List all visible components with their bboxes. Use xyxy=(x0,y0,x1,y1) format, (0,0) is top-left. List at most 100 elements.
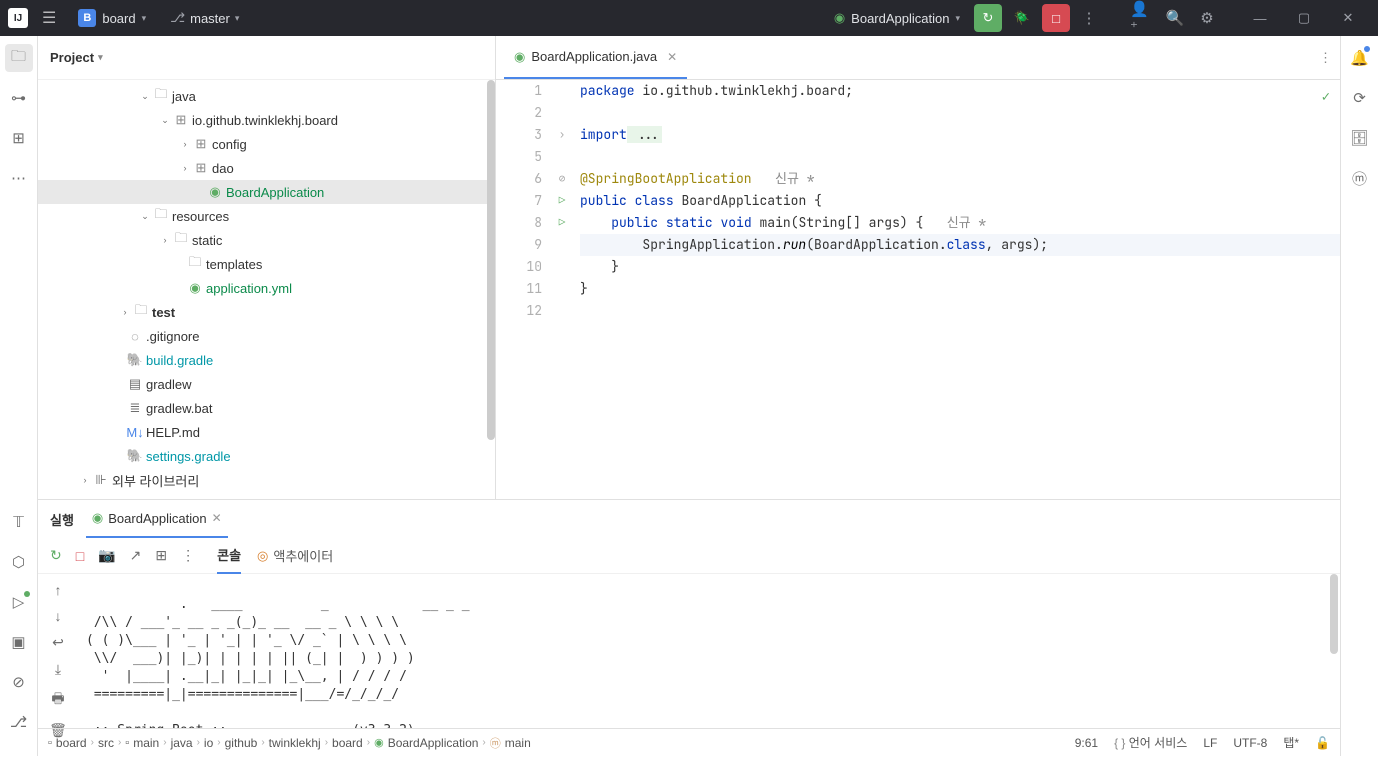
stop-run-button[interactable]: □ xyxy=(76,548,84,564)
code-with-me-icon[interactable]: 👤⁺ xyxy=(1130,5,1156,31)
run-more-button[interactable] xyxy=(181,547,195,564)
editor-tabs-more-button[interactable] xyxy=(1319,50,1332,66)
method-icon: ⓜ xyxy=(490,735,501,751)
caret-position[interactable]: 9:61 xyxy=(1075,736,1098,750)
module-icon: ▫ xyxy=(48,737,52,749)
tree-item-java[interactable]: ⌄🗀java xyxy=(38,84,495,108)
maximize-window-button[interactable]: ▢ xyxy=(1282,4,1326,32)
tree-item-resources[interactable]: ⌄🗀resources xyxy=(38,204,495,228)
run-button[interactable]: ↻ xyxy=(974,4,1002,32)
console-scrollbar[interactable] xyxy=(1330,574,1338,654)
library-icon: ⊪ xyxy=(92,472,110,488)
scroll-up-icon[interactable]: ↑ xyxy=(55,582,62,598)
close-run-tab-icon[interactable]: ✕ xyxy=(212,511,222,525)
tree-item-settingsgradle[interactable]: 🐘settings.gradle xyxy=(38,444,495,468)
chevron-down-icon: ▾ xyxy=(955,13,960,24)
project-tool-icon[interactable]: 🗀 xyxy=(5,44,33,72)
problems-tool-icon[interactable]: ⊘ xyxy=(5,668,33,696)
folder-icon: 🗀 xyxy=(132,301,150,323)
package-icon: ⊞ xyxy=(192,160,210,176)
spring-leaf-icon: ◉ xyxy=(92,510,103,526)
console-tab[interactable]: 콘솔 xyxy=(217,538,241,574)
project-selector[interactable]: B board ▾ xyxy=(70,6,154,30)
code-content[interactable]: package io.github.twinklekhj.board; impo… xyxy=(572,80,1340,499)
branch-selector[interactable]: ⎇ master ▾ xyxy=(164,7,245,29)
tree-item-buildgradle[interactable]: 🐘build.gradle xyxy=(38,348,495,372)
line-number-gutter: 1 2 3 5 6 7 8 9 10 11 12 xyxy=(496,80,552,499)
scroll-to-end-icon[interactable]: ⤓ xyxy=(55,661,61,678)
readonly-toggle-icon[interactable]: 🔓 xyxy=(1315,736,1330,750)
file-encoding[interactable]: UTF-8 xyxy=(1233,736,1267,750)
minimize-window-button[interactable]: — xyxy=(1238,4,1282,32)
stop-button[interactable]: □ xyxy=(1042,4,1070,32)
main-menu-button[interactable]: ☰ xyxy=(38,6,60,30)
tree-item-gradlew[interactable]: ▤gradlew xyxy=(38,372,495,396)
folder-icon: 🗀 xyxy=(152,85,170,107)
run-tool-icon[interactable]: ▷ xyxy=(5,588,33,616)
structure-tool-icon[interactable]: ⊞ xyxy=(5,124,33,152)
database-icon[interactable]: 🗄 xyxy=(1346,124,1374,152)
export-button[interactable]: ↗ xyxy=(130,547,142,564)
branch-name-label: master xyxy=(190,11,230,26)
file-icon: ▤ xyxy=(126,376,144,392)
gradle-icon: 🐘 xyxy=(126,448,144,464)
more-tool-icon[interactable]: ⋯ xyxy=(5,164,33,192)
soft-wrap-icon[interactable]: ↩ xyxy=(52,634,64,651)
more-actions-button[interactable] xyxy=(1076,5,1102,31)
run-gutter-icon[interactable]: ▷ xyxy=(552,212,572,234)
line-separator[interactable]: LF xyxy=(1203,736,1217,750)
maven-icon[interactable]: ⓜ xyxy=(1346,164,1374,192)
scroll-down-icon[interactable]: ↓ xyxy=(55,608,62,624)
tree-item-test[interactable]: ›🗀test xyxy=(38,300,495,324)
search-icon[interactable]: 🔍 xyxy=(1162,5,1188,31)
actuator-tab[interactable]: ◎ 액추에이터 xyxy=(257,546,333,565)
run-tab-label: BoardApplication xyxy=(108,511,206,526)
editor-tab-boardapplication[interactable]: ◉ BoardApplication.java ✕ xyxy=(504,36,687,79)
notifications-icon[interactable]: 🔔 xyxy=(1346,44,1374,72)
project-name-label: board xyxy=(102,11,135,26)
module-icon: ▫ xyxy=(125,737,129,749)
close-window-button[interactable]: ✕ xyxy=(1326,4,1370,32)
screenshot-button[interactable]: 📷 xyxy=(98,547,115,564)
breadcrumb[interactable]: ▫board ›src ›▫main ›java ›io ›github ›tw… xyxy=(48,735,531,751)
tree-item-appyml[interactable]: ◉application.yml xyxy=(38,276,495,300)
project-panel-header[interactable]: Project ▾ xyxy=(38,36,495,80)
run-tab-boardapplication[interactable]: ◉ BoardApplication ✕ xyxy=(86,500,228,538)
run-config-selector[interactable]: ◉ BoardApplication ▾ xyxy=(826,7,968,29)
gradle-icon: 🐘 xyxy=(126,352,144,368)
debug-button[interactable]: 🪲 xyxy=(1008,4,1036,32)
indent-settings[interactable]: 탭* xyxy=(1283,734,1299,751)
inspection-ok-icon[interactable]: ✓ xyxy=(1322,86,1330,108)
tree-item-templates[interactable]: 🗀templates xyxy=(38,252,495,276)
print-icon[interactable]: 🖶 xyxy=(51,688,64,712)
editor-tab-label: BoardApplication.java xyxy=(531,49,657,64)
settings-icon[interactable]: ⚙ xyxy=(1194,5,1220,31)
tree-item-dao[interactable]: ›⊞dao xyxy=(38,156,495,180)
console-output[interactable]: . ____ _ __ _ _ /\\ / ___'_ __ _ _(_)_ _… xyxy=(78,574,1340,728)
branch-icon: ⎇ xyxy=(170,10,185,26)
tree-item-gradlewbat[interactable]: ≣gradlew.bat xyxy=(38,396,495,420)
chevron-down-icon: ▾ xyxy=(142,13,147,24)
ai-tool-icon[interactable]: 𝕋 xyxy=(5,508,33,536)
layout-button[interactable]: ⊞ xyxy=(155,547,167,564)
tree-item-package[interactable]: ⌄⊞io.github.twinklekhj.board xyxy=(38,108,495,132)
services-tool-icon[interactable]: ⬡ xyxy=(5,548,33,576)
tree-item-extlib[interactable]: ›⊪외부 라이브러리 xyxy=(38,468,495,492)
tree-item-config[interactable]: ›⊞config xyxy=(38,132,495,156)
tree-item-gitignore[interactable]: ◌.gitignore xyxy=(38,324,495,348)
commit-tool-icon[interactable]: ⊶ xyxy=(5,84,33,112)
rerun-button[interactable]: ↻ xyxy=(50,547,62,564)
tree-item-boardapplication[interactable]: ◉BoardApplication xyxy=(38,180,495,204)
folder-icon: 🗀 xyxy=(152,205,170,227)
tree-item-static[interactable]: ›🗀static xyxy=(38,228,495,252)
close-tab-icon[interactable]: ✕ xyxy=(667,50,677,64)
markdown-icon: M↓ xyxy=(126,425,144,440)
vcs-tool-icon[interactable]: ⎇ xyxy=(5,708,33,736)
terminal-tool-icon[interactable]: ▣ xyxy=(5,628,33,656)
chevron-down-icon: ▾ xyxy=(235,13,240,24)
language-services[interactable]: { } 언어 서비스 xyxy=(1114,734,1187,751)
tree-item-helpmd[interactable]: M↓HELP.md xyxy=(38,420,495,444)
run-gutter-icon[interactable]: ▷ xyxy=(552,190,572,212)
ai-assistant-icon[interactable]: ⟳ xyxy=(1346,84,1374,112)
scrollbar[interactable] xyxy=(487,80,495,440)
